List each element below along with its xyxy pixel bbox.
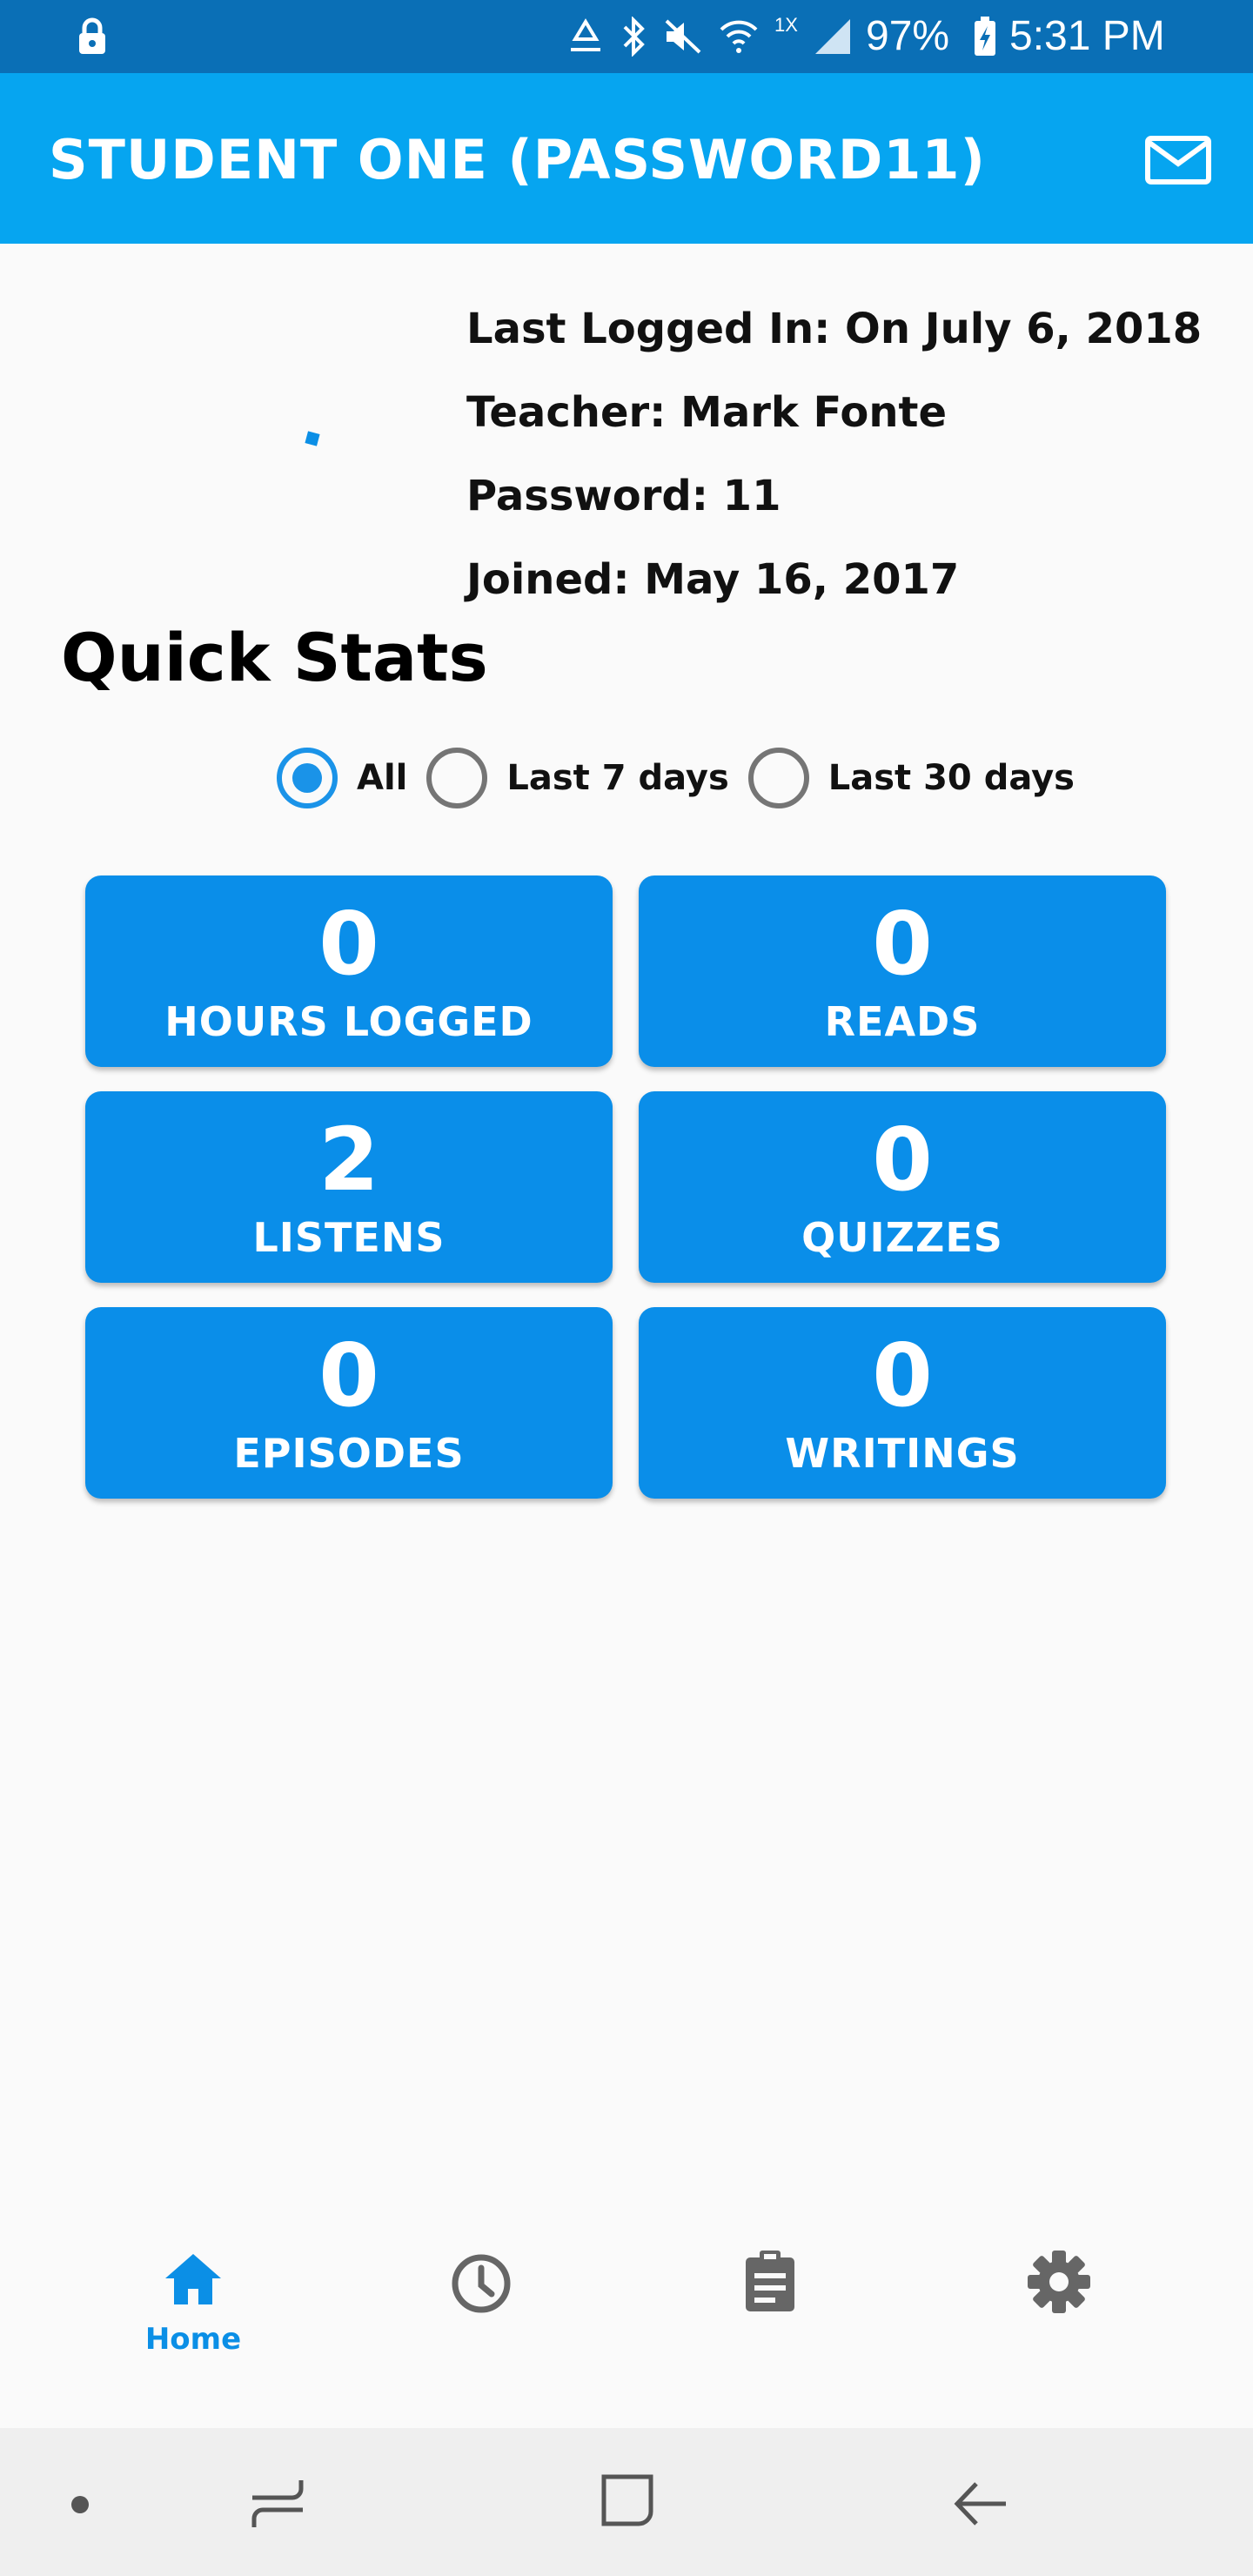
password-text: Password: 11 [466,472,781,520]
stats-filter-group: All Last 7 days Last 30 days [277,745,1075,811]
stat-value: 2 [318,1109,379,1211]
stat-label: HOURS LOGGED [164,998,533,1045]
bluetooth-icon [623,17,645,57]
network-type-label: 1X [774,14,798,36]
filter-7-days-label: Last 7 days [506,758,729,798]
settings-icon [1028,2251,1090,2313]
wifi-icon [720,20,758,53]
battery-percentage: 97% [866,13,950,59]
home-icon [165,2254,221,2304]
stats-grid: 0 HOURS LOGGED 0 READS 2 LISTENS 0 QUIZZ… [85,875,1168,1499]
status-bar: 1X 97% 5:31 PM [0,0,1253,73]
stat-label: READS [824,998,981,1045]
status-time: 5:31 PM [1009,13,1165,59]
radio-unchecked-icon [426,748,488,808]
filter-all-label: All [357,758,408,798]
stat-value: 0 [872,893,933,995]
recent-apps-icon[interactable] [247,2473,308,2534]
stat-card-hours-logged[interactable]: 0 HOURS LOGGED [85,875,613,1067]
nav-item-home[interactable]: Home [106,2245,280,2402]
system-navigation-bar [0,2428,1253,2576]
stat-card-episodes[interactable]: 0 EPISODES [85,1307,613,1499]
teacher-text: Teacher: Mark Fonte [466,388,948,437]
stat-value: 0 [872,1109,933,1211]
filter-30-days-radio[interactable]: Last 30 days [747,748,1075,808]
bottom-navigation: Home [0,2210,1253,2428]
joined-text: Joined: May 16, 2017 [466,555,960,604]
last-logged-in-text: Last Logged In: On July 6, 2018 [466,305,1203,353]
nav-home-label: Home [144,2322,242,2357]
system-icons: 1X [566,12,852,61]
stat-value: 0 [318,893,379,995]
stat-value: 0 [318,1325,379,1426]
stat-card-reads[interactable]: 0 READS [639,875,1166,1067]
filter-7-days-radio[interactable]: Last 7 days [426,748,729,808]
app-bar: STUDENT ONE (PASSWORD11) [0,73,1253,244]
nav-item-assignments[interactable] [683,2245,857,2402]
stat-label: QUIZZES [801,1214,1003,1261]
stat-label: EPISODES [233,1430,465,1477]
radio-checked-icon [277,748,338,808]
stat-card-listens[interactable]: 2 LISTENS [85,1091,613,1283]
stat-value: 0 [872,1325,933,1426]
loading-spinner [305,431,320,446]
battery-charging-icon [975,17,995,56]
mail-icon[interactable] [1145,136,1211,184]
dot-indicator-icon[interactable] [70,2494,90,2515]
stat-label: LISTENS [252,1214,446,1261]
stat-card-quizzes[interactable]: 0 QUIZZES [639,1091,1166,1283]
recycle-icon [571,18,600,51]
assignment-icon [746,2251,794,2311]
filter-all-radio[interactable]: All [277,748,407,808]
back-icon[interactable] [950,2473,1011,2534]
lock-icon [79,17,105,54]
stat-card-writings[interactable]: 0 WRITINGS [639,1307,1166,1499]
stat-label: WRITINGS [785,1430,1020,1477]
signal-icon [814,19,850,54]
nav-item-history[interactable] [394,2245,568,2402]
page-title: STUDENT ONE (PASSWORD11) [49,128,986,191]
history-icon [452,2254,511,2313]
quick-stats-title: Quick Stats [61,619,488,696]
mute-icon [665,19,701,54]
radio-unchecked-icon [747,748,809,808]
filter-30-days-label: Last 30 days [828,758,1075,798]
nav-item-settings[interactable] [972,2245,1146,2402]
home-button-icon[interactable] [599,2472,656,2529]
profile-info: Last Logged In: On July 6, 2018 Teacher:… [466,287,1202,621]
